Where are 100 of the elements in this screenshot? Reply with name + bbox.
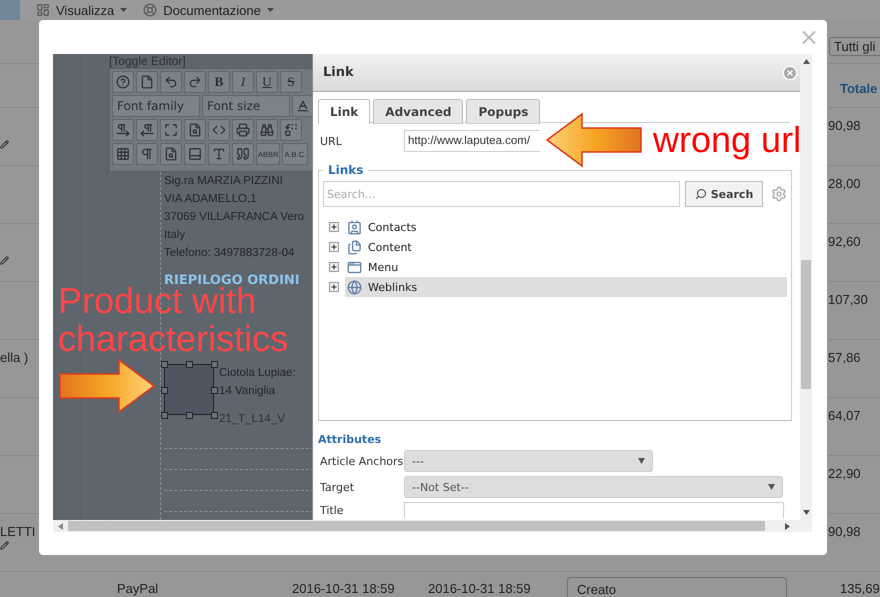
resize-handle[interactable] bbox=[186, 412, 193, 419]
dropdown[interactable]: --Not Set-- bbox=[404, 476, 783, 498]
table-icon bbox=[116, 147, 130, 161]
text-color-icon bbox=[296, 99, 310, 113]
toolbar-button[interactable] bbox=[232, 119, 254, 141]
dropdown[interactable]: --- bbox=[404, 450, 653, 472]
resize-handle[interactable] bbox=[161, 361, 168, 368]
expand-icon[interactable] bbox=[329, 262, 339, 272]
address-line: Telefono: 3497883728-04 bbox=[164, 246, 294, 261]
print-icon bbox=[236, 123, 250, 137]
pilcrow-icon bbox=[140, 123, 154, 137]
edit-icon[interactable] bbox=[0, 541, 9, 550]
product-name: 14 Vaniglia bbox=[219, 384, 276, 399]
toolbar-select[interactable]: Font size bbox=[202, 95, 290, 117]
table-cell: 135,69 bbox=[840, 581, 880, 597]
toolbar-button[interactable] bbox=[280, 119, 302, 141]
resize-handle[interactable] bbox=[186, 361, 193, 368]
table-cell-text: 2016-10-31 18:59 bbox=[428, 581, 532, 597]
tree-item[interactable]: Content bbox=[345, 237, 787, 257]
annotation-text: wrong url bbox=[653, 121, 802, 159]
resize-handle[interactable] bbox=[161, 412, 168, 419]
caret-icon bbox=[768, 484, 775, 490]
toolbar-button[interactable] bbox=[136, 119, 158, 141]
toolbar-button[interactable] bbox=[184, 143, 206, 165]
tree-item[interactable]: Menu bbox=[345, 257, 787, 277]
input-field[interactable] bbox=[404, 502, 784, 518]
column-header: Totale bbox=[840, 81, 878, 96]
document-icon bbox=[140, 75, 154, 89]
field-label: URL bbox=[319, 134, 343, 148]
table-cell-text: PayPal bbox=[117, 581, 160, 597]
toolbar-select[interactable]: Font family bbox=[112, 95, 200, 117]
styles-icon bbox=[212, 147, 226, 161]
table-cell: LETTI bbox=[0, 524, 36, 539]
scroll-up-icon[interactable] bbox=[802, 59, 810, 64]
section-title: Attributes bbox=[318, 433, 382, 446]
nav-dropdown[interactable]: Visualizza bbox=[36, 2, 128, 18]
binoculars-icon bbox=[260, 123, 274, 137]
toolbar-button[interactable] bbox=[160, 143, 182, 165]
toolbar-button[interactable] bbox=[160, 71, 182, 93]
search-field[interactable]: Search... bbox=[323, 181, 680, 207]
toolbar-button[interactable]: S bbox=[280, 71, 302, 93]
scroll-right-icon[interactable] bbox=[785, 522, 790, 530]
tab[interactable]: Advanced bbox=[373, 99, 464, 124]
resize-handle[interactable] bbox=[211, 361, 218, 368]
replace-icon bbox=[284, 123, 298, 137]
filter-select[interactable]: Tutti gli bbox=[829, 37, 880, 56]
fullscreen-icon bbox=[164, 123, 178, 137]
lifebuoy-icon bbox=[143, 3, 158, 17]
address-line: 37069 VILLAFRANCA Vero bbox=[164, 210, 304, 225]
toolbar-button[interactable] bbox=[112, 119, 134, 141]
table-cell-text: 28,00 bbox=[827, 175, 862, 193]
nav-dropdown[interactable]: Documentazione bbox=[143, 2, 274, 18]
url-field[interactable]: http://www.laputea.com/ bbox=[404, 130, 540, 152]
toolbar-button[interactable] bbox=[292, 95, 312, 117]
toolbar-button[interactable] bbox=[232, 143, 254, 165]
scroll-thumb[interactable] bbox=[801, 260, 811, 389]
toolbar-button[interactable] bbox=[112, 143, 134, 165]
scroll-left-icon[interactable] bbox=[58, 522, 63, 530]
toolbar-button[interactable] bbox=[136, 71, 158, 93]
tab[interactable]: Popups bbox=[466, 99, 540, 124]
toolbar-button[interactable] bbox=[208, 143, 230, 165]
expand-icon[interactable] bbox=[329, 222, 339, 232]
tab[interactable]: Link bbox=[318, 99, 370, 124]
resize-handle[interactable] bbox=[211, 412, 218, 419]
quote-icon bbox=[236, 147, 250, 161]
settings-icon[interactable] bbox=[771, 186, 787, 202]
table-cell-text: 90,98 bbox=[827, 523, 862, 541]
code-icon bbox=[212, 123, 226, 137]
resize-handle[interactable] bbox=[211, 387, 218, 394]
preview-icon bbox=[188, 123, 202, 137]
toolbar-button[interactable] bbox=[184, 119, 206, 141]
toolbar-button[interactable] bbox=[184, 71, 206, 93]
resize-handle[interactable] bbox=[161, 387, 168, 394]
toolbar-button[interactable] bbox=[208, 119, 230, 141]
close-icon[interactable] bbox=[782, 64, 798, 80]
globe-icon bbox=[347, 280, 362, 294]
table-cell-text: 57,86 bbox=[827, 349, 862, 367]
toolbar-button[interactable] bbox=[136, 143, 158, 165]
edit-icon[interactable] bbox=[0, 256, 9, 265]
tree-item[interactable]: Contacts bbox=[345, 217, 787, 237]
toolbar-button[interactable]: U bbox=[256, 71, 278, 93]
search-button[interactable]: Search bbox=[685, 181, 763, 207]
table-cell-text: 107,30 bbox=[827, 291, 869, 309]
windows-icon bbox=[347, 260, 362, 274]
scrollbar[interactable] bbox=[53, 520, 812, 532]
section-legend: Links bbox=[323, 163, 368, 177]
scrollbar[interactable] bbox=[800, 54, 812, 520]
toolbar-button[interactable]: B bbox=[208, 71, 230, 93]
expand-icon[interactable] bbox=[329, 282, 339, 292]
tree-item[interactable]: Weblinks bbox=[345, 277, 787, 297]
scroll-thumb[interactable] bbox=[68, 521, 765, 531]
scroll-down-icon[interactable] bbox=[802, 510, 810, 515]
status-select[interactable]: Creato bbox=[567, 577, 787, 597]
expand-icon[interactable] bbox=[329, 242, 339, 252]
toolbar-button[interactable] bbox=[112, 71, 134, 93]
toolbar-button[interactable]: I bbox=[232, 71, 254, 93]
display-icon bbox=[36, 3, 50, 17]
toolbar-button[interactable] bbox=[160, 119, 182, 141]
toolbar-button[interactable] bbox=[256, 119, 278, 141]
edit-icon[interactable] bbox=[0, 140, 9, 149]
